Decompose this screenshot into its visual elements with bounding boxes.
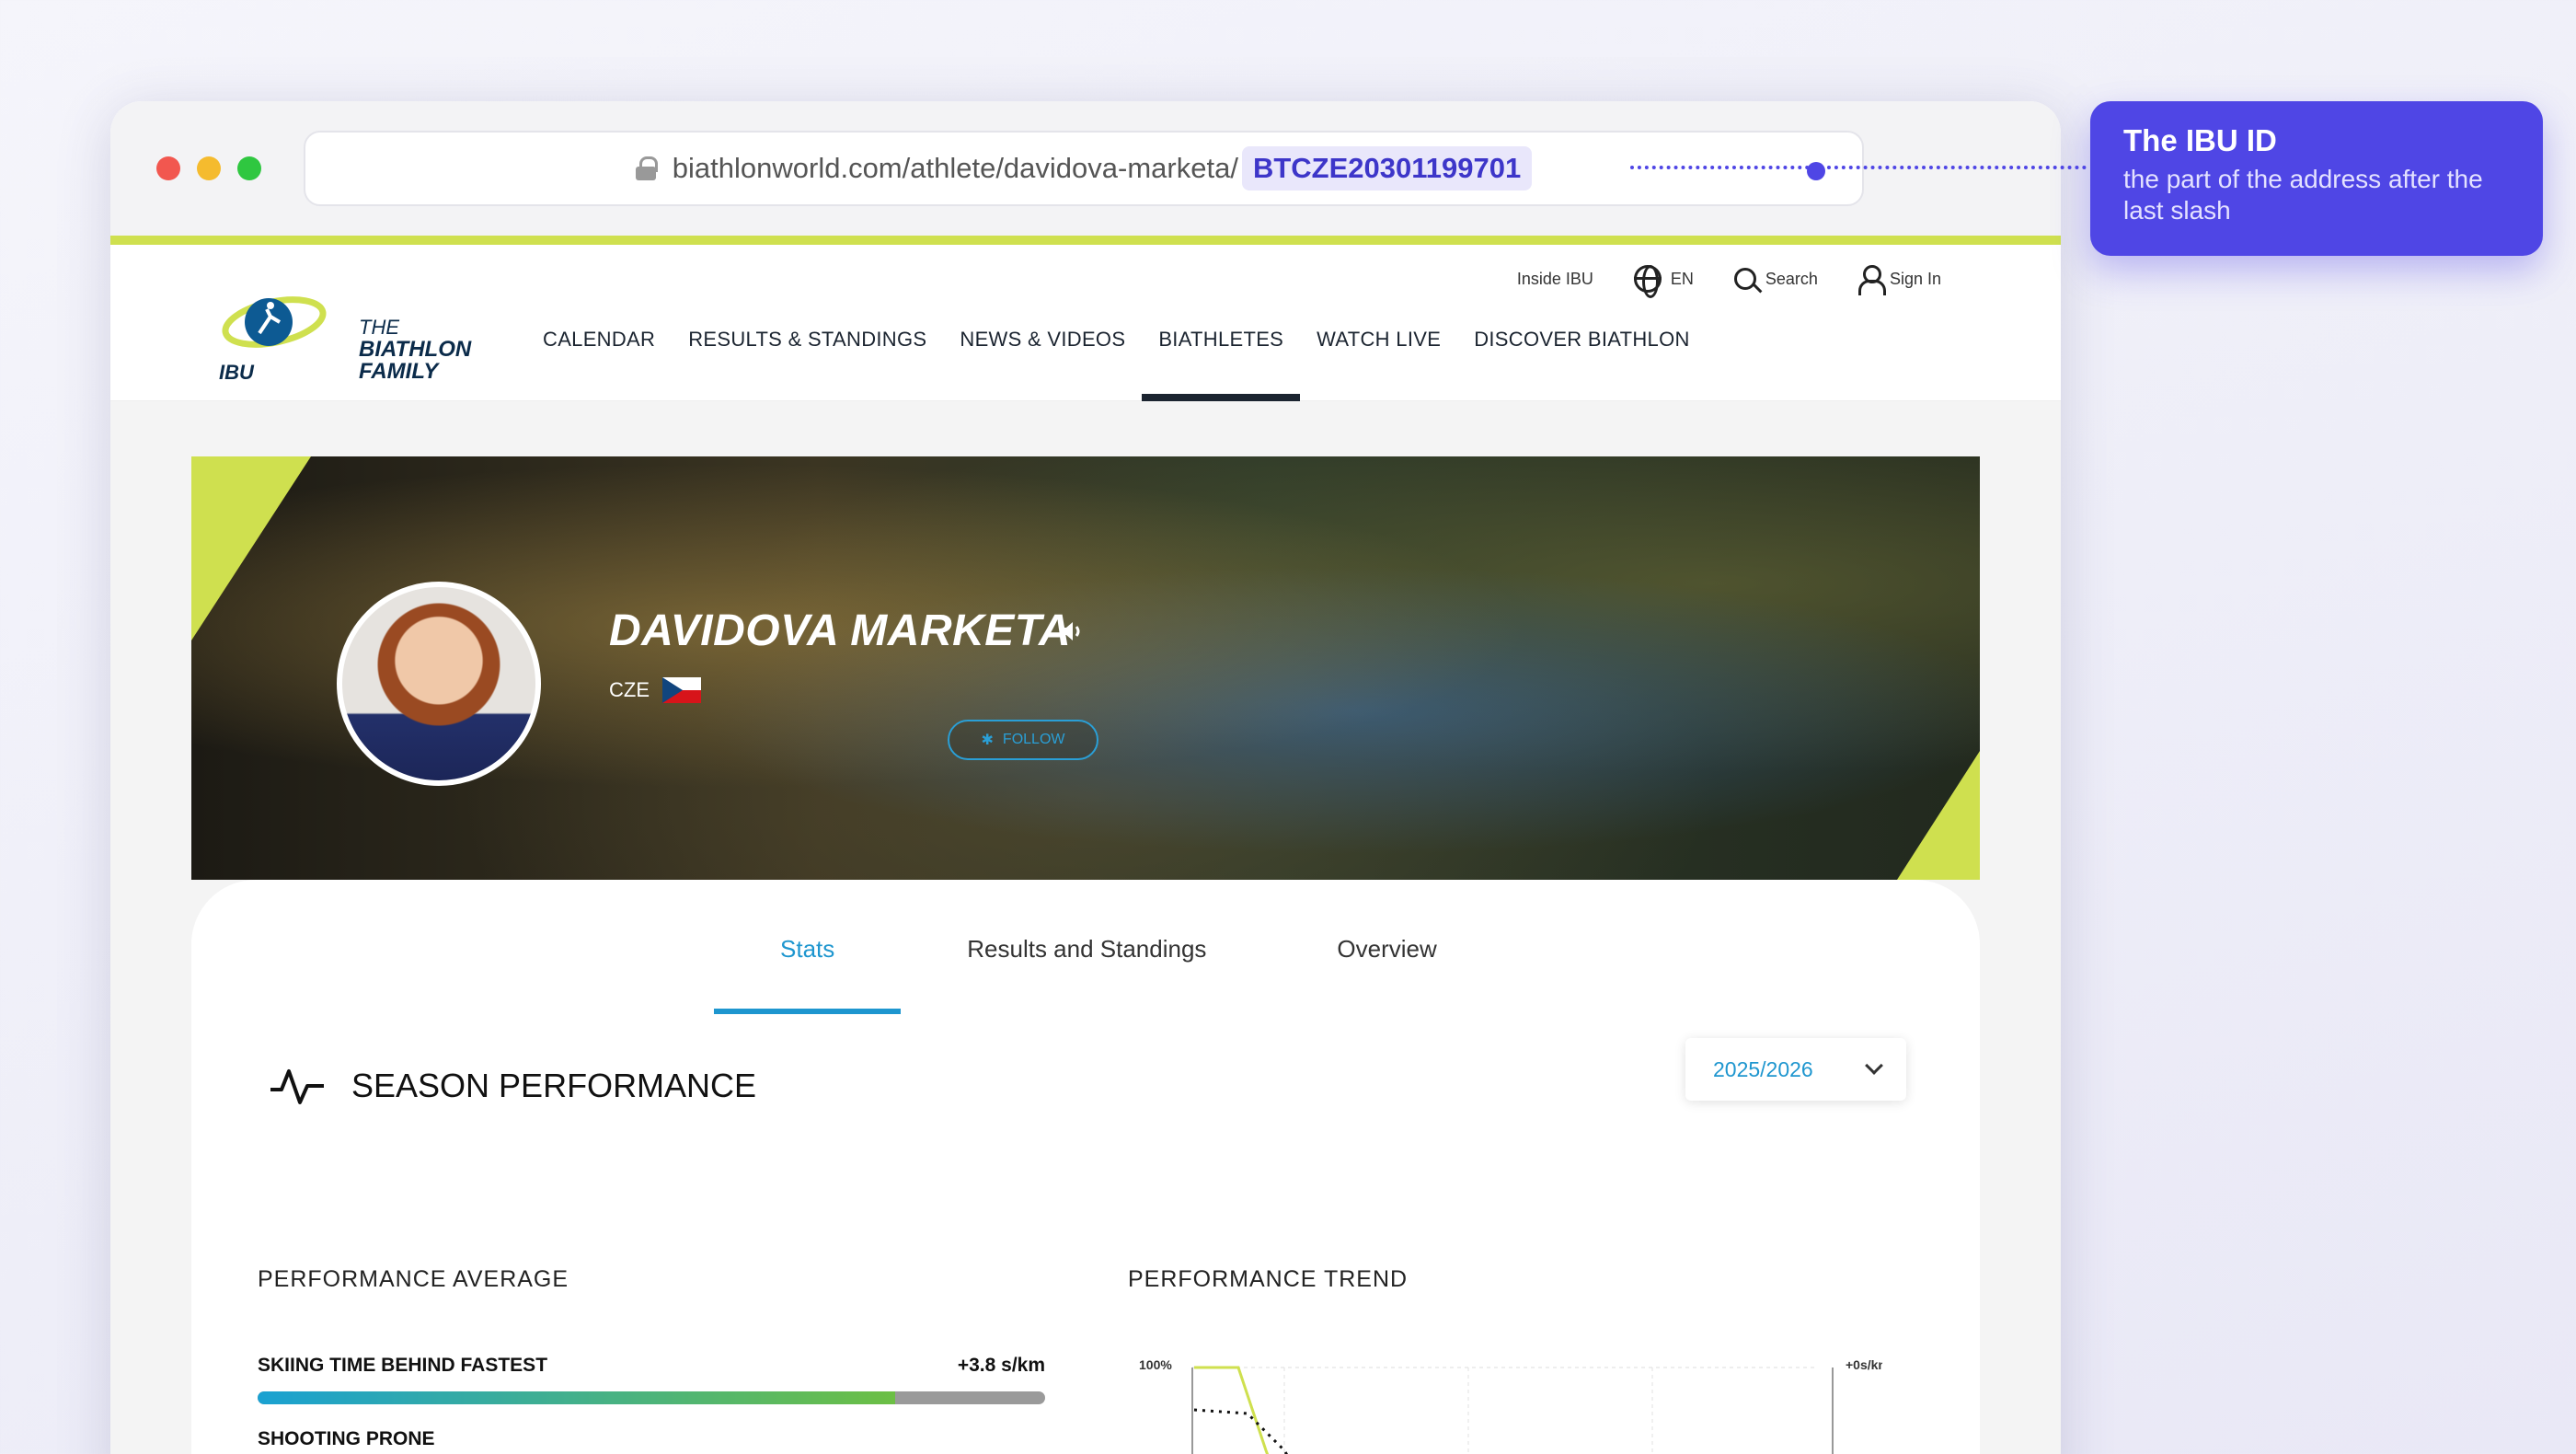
url-ibu-id: BTCZE20301199701 <box>1241 146 1533 190</box>
tab-results-standings[interactable]: Results and Standings <box>901 935 1271 1014</box>
site-header: Inside IBU EN Search Sign In IBU THE BIA… <box>110 245 2061 401</box>
biathlon-family-logo[interactable]: THE BIATHLON FAMILY <box>359 317 471 383</box>
season-performance-heading: SEASON PERFORMANCE <box>269 1066 756 1106</box>
tab-overview[interactable]: Overview <box>1271 935 1502 1014</box>
follow-label: FOLLOW <box>1002 732 1065 747</box>
search-icon <box>1733 268 1756 290</box>
nav-news-videos[interactable]: NEWS & VIDEOS <box>960 328 1125 401</box>
family-the: THE <box>359 316 399 339</box>
follow-button[interactable]: ✱ FOLLOW <box>948 720 1098 760</box>
season-selector[interactable]: 2025/2026 <box>1685 1038 1906 1101</box>
nav-calendar[interactable]: CALENDAR <box>543 328 655 401</box>
hero-accent-bottom-right <box>1897 751 1980 880</box>
season-selected: 2025/2026 <box>1713 1056 1813 1081</box>
chevron-down-icon <box>1865 1056 1883 1075</box>
main-nav: CALENDAR RESULTS & STANDINGS NEWS & VIDE… <box>543 328 1690 401</box>
accent-strip <box>110 236 2061 245</box>
trend-left-axis-label: 100% <box>1139 1357 1172 1372</box>
family-line1: BIATHLON <box>359 337 472 362</box>
inside-ibu-link[interactable]: Inside IBU <box>1517 270 1593 289</box>
athlete-nation: CZE <box>609 677 701 703</box>
metric-skiing-label: SKIING TIME BEHIND FASTEST <box>258 1355 548 1376</box>
stats-panel: Stats Results and Standings Overview SEA… <box>191 880 1980 1454</box>
nav-results-standings[interactable]: RESULTS & STANDINGS <box>688 328 926 401</box>
url-prefix: biathlonworld.com/athlete/davidova-marke… <box>672 152 1238 184</box>
utility-bar: Inside IBU EN Search Sign In <box>1517 265 1941 298</box>
metric-skiing-bar-fill <box>258 1391 896 1404</box>
search-label: Search <box>1765 269 1818 288</box>
nav-watch-live[interactable]: WATCH LIVE <box>1317 328 1441 401</box>
metric-shooting-row: SHOOTING PRONE <box>258 1428 1045 1450</box>
performance-trend-title: PERFORMANCE TREND <box>1128 1266 1409 1292</box>
language-selector[interactable]: EN <box>1633 265 1694 298</box>
minimize-window-button[interactable] <box>197 156 221 180</box>
family-line2: FAMILY <box>359 359 439 384</box>
performance-average-title: PERFORMANCE AVERAGE <box>258 1266 569 1292</box>
metric-skiing-row: SKIING TIME BEHIND FASTEST +3.8 s/km <box>258 1355 1045 1377</box>
ibu-logo-text: IBU <box>219 361 254 384</box>
metric-skiing-bar <box>258 1391 1045 1404</box>
tab-stats[interactable]: Stats <box>714 935 902 1014</box>
lock-icon <box>635 156 658 180</box>
speaker-icon[interactable] <box>1058 618 1084 644</box>
url-marker-dot <box>1807 162 1825 180</box>
athlete-tabs: Stats Results and Standings Overview <box>714 935 1503 1014</box>
athlete-hero: DAVIDOVA MARKETA CZE ✱ FOLLOW <box>191 456 1980 880</box>
sign-in-label: Sign In <box>1889 269 1941 288</box>
pulse-icon <box>270 1069 324 1104</box>
sign-in-button[interactable]: Sign In <box>1857 265 1941 295</box>
season-title: SEASON PERFORMANCE <box>351 1067 757 1104</box>
language-label: EN <box>1670 269 1694 288</box>
globe-icon <box>1633 265 1662 298</box>
callout-description: the part of the address after the last s… <box>2123 165 2483 225</box>
athlete-avatar <box>337 582 541 786</box>
metric-skiing-value: +3.8 s/km <box>957 1355 1045 1376</box>
hero-accent-top-left <box>191 456 311 640</box>
athlete-name: DAVIDOVA MARKETA <box>609 606 1072 655</box>
snowflake-icon: ✱ <box>981 733 994 748</box>
page-content: DAVIDOVA MARKETA CZE ✱ FOLLOW Stats Resu… <box>110 401 2061 1454</box>
callout-connector <box>1630 166 2087 169</box>
trend-series-shooting <box>1193 1408 1289 1454</box>
callout-title: The IBU ID <box>2123 123 2277 157</box>
nav-discover-biathlon[interactable]: DISCOVER BIATHLON <box>1474 328 1690 401</box>
close-window-button[interactable] <box>156 156 180 180</box>
metric-shooting-label: SHOOTING PRONE <box>258 1428 435 1449</box>
nation-code: CZE <box>609 678 650 701</box>
search-button[interactable]: Search <box>1733 268 1818 290</box>
ibu-id-callout: The IBU ID the part of the address after… <box>2090 101 2543 256</box>
trend-right-axis-label: +0s/km <box>1846 1357 1882 1372</box>
nav-biathletes[interactable]: BIATHLETES <box>1142 328 1301 401</box>
czech-flag-icon <box>662 677 701 703</box>
user-icon <box>1857 265 1886 295</box>
performance-trend-chart: 100% +0s/km <box>1139 1357 1882 1454</box>
browser-window: biathlonworld.com/athlete/davidova-marke… <box>110 101 2061 1454</box>
trend-series-skiing <box>1194 1366 1270 1454</box>
maximize-window-button[interactable] <box>237 156 261 180</box>
